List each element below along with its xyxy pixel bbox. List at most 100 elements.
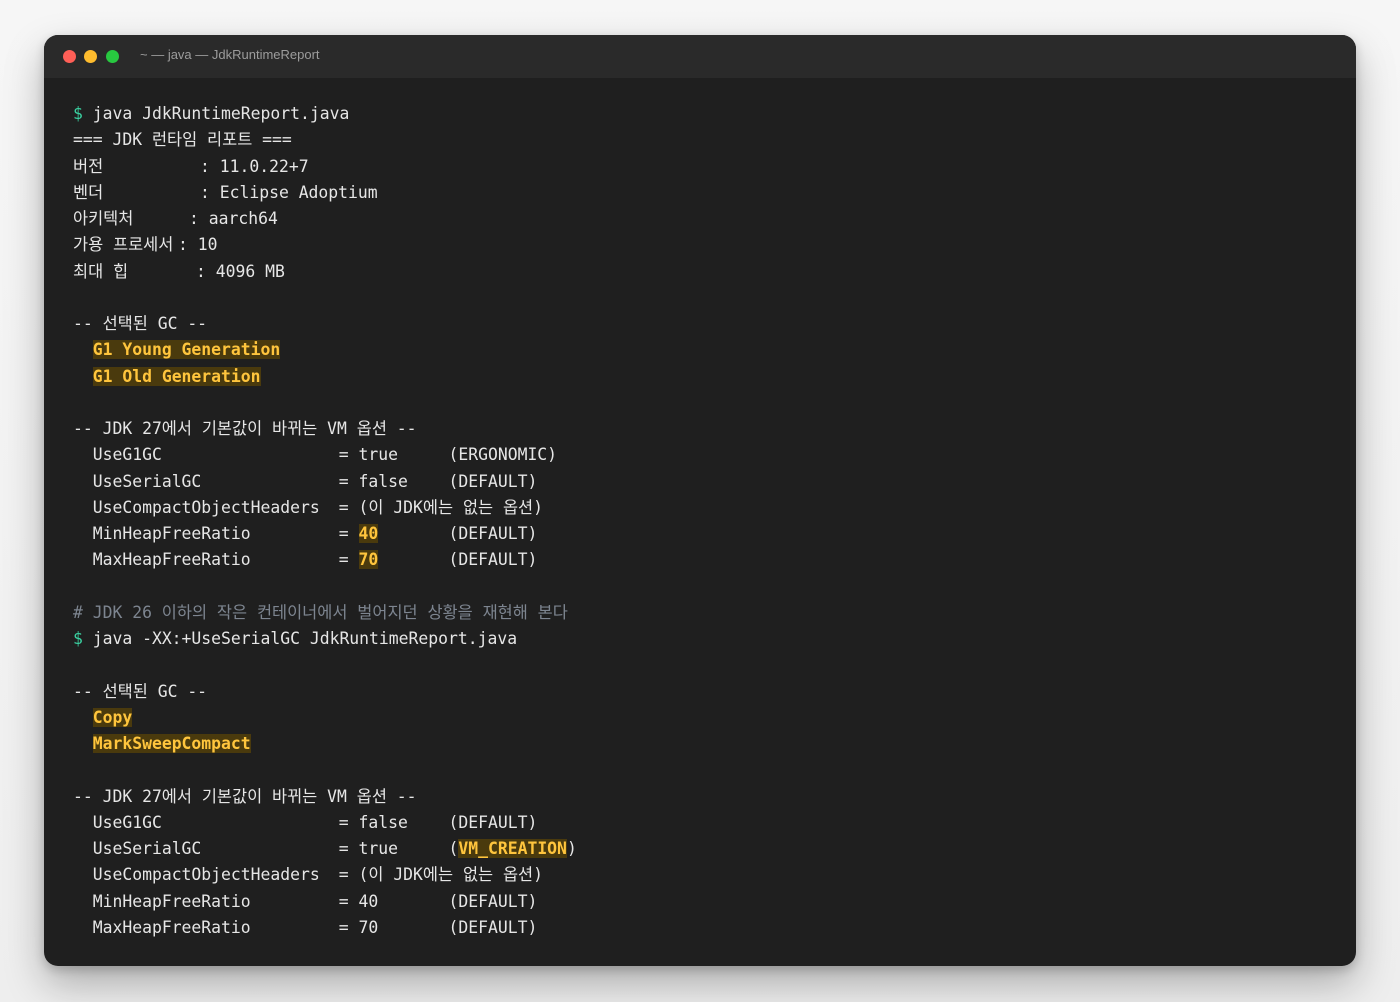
option-value: 40	[358, 524, 379, 543]
option-origin: (DEFAULT)	[448, 891, 538, 911]
option-origin: (DEFAULT)	[448, 917, 538, 937]
gc-item: MarkSweepCompact	[73, 731, 1336, 757]
prompt-symbol: $	[73, 104, 83, 123]
report-separator: :	[200, 156, 220, 176]
vm-option-row: UseG1GC = true (ERGONOMIC)	[73, 442, 1336, 468]
gc-name: Copy	[92, 707, 133, 727]
vm-options-header: -- JDK 27에서 기본값이 바뀌는 VM 옵션 --	[73, 419, 417, 438]
desktop-background: ~ — java — JdkRuntimeReport $ java JdkRu…	[0, 0, 1400, 1002]
option-origin: (DEFAULT)	[448, 812, 538, 832]
report-header: === JDK 런타임 리포트 ===	[73, 130, 292, 150]
option-origin: (DEFAULT)	[448, 524, 538, 543]
option-value: true	[358, 445, 398, 465]
option-value: 70	[358, 917, 379, 937]
prompt-symbol: $	[73, 629, 83, 648]
report-value: 11.0.22+7	[219, 156, 309, 176]
gc-item: G1 Old Generation	[73, 364, 1336, 390]
report-value: 4096 MB	[215, 261, 285, 281]
option-value: (이 JDK에는 없는 옵션)	[358, 865, 544, 885]
option-value: true	[358, 839, 398, 858]
vm-option-row: MinHeapFreeRatio = 40 (DEFAULT)	[73, 889, 1336, 915]
gc-item: Copy	[73, 705, 1336, 731]
close-window-button[interactable]	[63, 50, 76, 63]
vm-option-row: UseSerialGC = true (VM_CREATION)	[73, 836, 1336, 862]
vm-option-row: MaxHeapFreeRatio = 70 (DEFAULT)	[73, 915, 1336, 941]
option-name: UseSerialGC	[92, 839, 202, 858]
option-equals: =	[338, 524, 359, 543]
option-origin: (ERGONOMIC)	[448, 445, 558, 465]
terminal-output[interactable]: $ java JdkRuntimeReport.java === JDK 런타임…	[73, 101, 1336, 941]
report-separator: :	[200, 182, 220, 202]
report-label: 가용 프로세서	[73, 235, 174, 255]
vm-option-row: UseCompactObjectHeaders = (이 JDK에는 없는 옵션)	[73, 495, 1336, 521]
option-value: 70	[358, 550, 379, 570]
report-row: 가용 프로세서: 10	[73, 232, 1336, 258]
option-equals: =	[338, 839, 359, 858]
option-value: 40	[358, 891, 379, 911]
vm-options-header: -- JDK 27에서 기본값이 바뀌는 VM 옵션 --	[73, 786, 417, 806]
vm-option-row: UseSerialGC = false (DEFAULT)	[73, 469, 1336, 495]
gc-name: G1 Young Generation	[92, 340, 281, 360]
report-label: 아키텍처	[73, 209, 134, 228]
report-value: Eclipse Adoptium	[219, 182, 378, 202]
option-equals: =	[338, 891, 359, 911]
option-origin: (DEFAULT)	[448, 550, 538, 570]
report-separator: :	[196, 261, 216, 281]
command-text: java JdkRuntimeReport.java	[82, 104, 350, 123]
option-origin-open: (	[448, 839, 459, 858]
option-name: MaxHeapFreeRatio	[92, 917, 251, 937]
vm-option-row: UseG1GC = false (DEFAULT)	[73, 810, 1336, 836]
option-equals: =	[338, 865, 359, 885]
option-name: MaxHeapFreeRatio	[92, 550, 251, 570]
option-name: MinHeapFreeRatio	[92, 891, 251, 911]
option-name: UseCompactObjectHeaders	[92, 497, 320, 517]
command-text: java -XX:+UseSerialGC JdkRuntimeReport.j…	[82, 629, 518, 648]
option-equals: =	[338, 917, 359, 937]
option-equals: =	[338, 445, 359, 465]
report-row: 아키텍처: aarch64	[73, 206, 1336, 232]
option-value: (이 JDK에는 없는 옵션)	[358, 497, 544, 517]
option-name: UseG1GC	[92, 812, 162, 832]
title-bar[interactable]: ~ — java — JdkRuntimeReport	[44, 35, 1356, 78]
vm-option-row: MinHeapFreeRatio = 40 (DEFAULT)	[73, 521, 1336, 547]
report-row: 버전: 11.0.22+7	[73, 154, 1336, 180]
option-origin: VM_CREATION	[458, 839, 567, 858]
gc-name: MarkSweepCompact	[92, 734, 251, 753]
option-equals: =	[338, 812, 359, 832]
option-equals: =	[338, 471, 359, 491]
option-equals: =	[338, 497, 359, 517]
terminal-window: ~ — java — JdkRuntimeReport $ java JdkRu…	[44, 35, 1356, 966]
option-origin: (DEFAULT)	[448, 471, 538, 491]
report-value: aarch64	[208, 209, 278, 228]
option-origin-close: )	[566, 839, 577, 858]
option-name: MinHeapFreeRatio	[92, 524, 251, 543]
vm-option-row: MaxHeapFreeRatio = 70 (DEFAULT)	[73, 547, 1336, 573]
gc-item: G1 Young Generation	[73, 337, 1336, 363]
report-label: 벤더	[73, 182, 104, 202]
report-row: 벤더: Eclipse Adoptium	[73, 180, 1336, 206]
option-value: false	[358, 812, 408, 832]
minimize-window-button[interactable]	[84, 50, 97, 63]
report-value: 10	[197, 235, 218, 255]
shell-comment: # JDK 26 이하의 작은 컨테이너에서 벌어지던 상황을 재현해 본다	[73, 602, 568, 622]
report-label: 최대 힙	[73, 261, 129, 281]
zoom-window-button[interactable]	[106, 50, 119, 63]
vm-option-row: UseCompactObjectHeaders = (이 JDK에는 없는 옵션)	[73, 862, 1336, 888]
command-line: $ java JdkRuntimeReport.java	[73, 101, 1336, 127]
option-equals: =	[338, 550, 359, 570]
report-separator: :	[189, 209, 209, 228]
report-label: 버전	[73, 156, 104, 176]
gc-name: G1 Old Generation	[92, 366, 261, 386]
report-row: 최대 힙: 4096 MB	[73, 259, 1336, 285]
command-line: $ java -XX:+UseSerialGC JdkRuntimeReport…	[73, 626, 1336, 652]
option-name: UseG1GC	[92, 445, 162, 465]
report-separator: :	[178, 235, 198, 255]
gc-section-header: -- 선택된 GC --	[73, 681, 208, 701]
option-name: UseSerialGC	[92, 471, 202, 491]
option-value: false	[358, 471, 408, 491]
